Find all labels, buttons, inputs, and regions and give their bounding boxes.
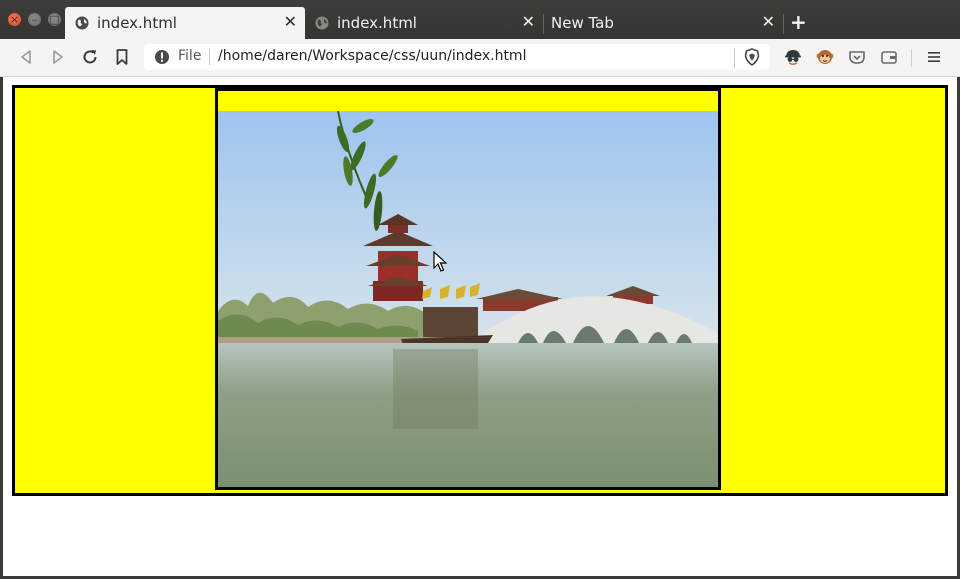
extension-spy-icon[interactable] [783,47,803,67]
back-icon[interactable] [16,47,36,67]
globe-icon [315,16,329,30]
maximize-icon: □ [49,13,60,26]
menu-icon[interactable] [924,47,944,67]
tab-new-tab[interactable]: New Tab ✕ [543,7,783,39]
page-viewport [3,77,957,576]
navigation-toolbar: File /home/daren/Workspace/css/uun/index… [0,39,960,77]
bookmark-icon[interactable] [112,47,132,67]
tab-title: index.html [337,14,417,32]
url-scheme-label: File [178,48,202,64]
pagoda-bridge-image [218,111,718,487]
brave-shield-icon[interactable] [742,47,762,67]
url-text[interactable]: /home/daren/Workspace/css/uun/index.html [218,48,526,64]
window-maximize-button[interactable]: □ [48,13,61,26]
minimize-icon: – [31,13,38,26]
address-bar[interactable]: File /home/daren/Workspace/css/uun/index… [144,44,770,70]
inner-yellow-box [215,88,721,490]
tab-close-icon[interactable]: ✕ [762,12,775,31]
tab-close-icon[interactable]: ✕ [522,12,535,31]
outer-yellow-box [12,85,948,496]
toolbar-separator [734,48,735,68]
tab-index-2[interactable]: index.html ✕ [305,7,543,39]
tab-title: New Tab [551,14,614,32]
forward-icon[interactable] [48,47,68,67]
new-tab-button[interactable]: + [790,10,807,34]
extension-monkey-icon[interactable] [815,47,835,67]
pocket-icon[interactable] [847,47,867,67]
tab-index-1[interactable]: index.html ✕ [65,7,305,39]
tab-close-icon[interactable]: ✕ [284,12,297,31]
tab-title: index.html [97,14,177,32]
tab-strip: × – □ index.html ✕ index.html ✕ New Tab … [0,0,960,39]
tab-separator [783,14,784,34]
info-icon[interactable] [154,49,170,65]
reload-icon[interactable] [80,47,100,67]
globe-icon [75,16,89,30]
wallet-icon[interactable] [879,47,899,67]
mouse-pointer-icon [433,251,447,272]
window-close-button[interactable]: × [8,13,21,26]
landscape-photo [218,111,718,487]
toolbar-separator [911,49,912,67]
url-divider [209,49,210,65]
window-minimize-button[interactable]: – [28,13,41,26]
close-icon: × [9,13,20,26]
